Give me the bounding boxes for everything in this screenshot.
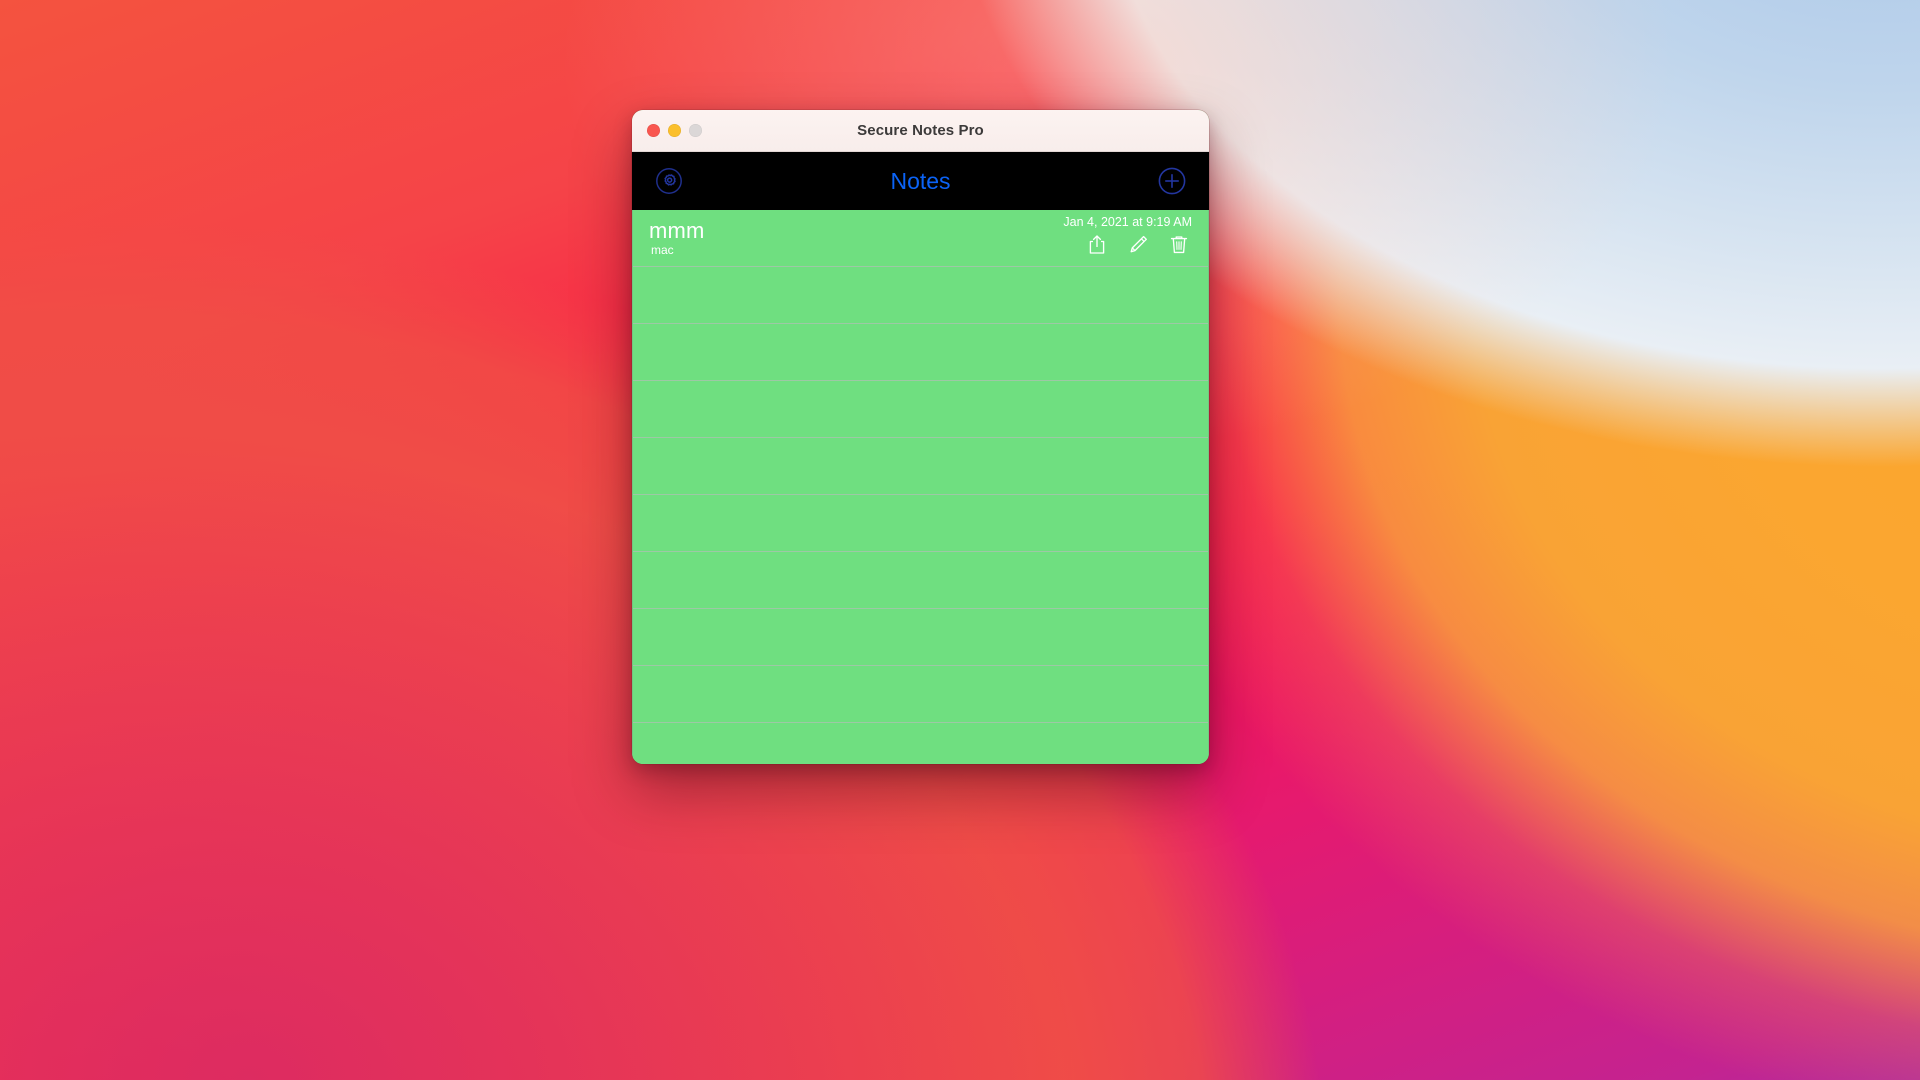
note-list-item[interactable] (633, 324, 1208, 381)
note-subtitle: mac (651, 242, 674, 257)
pencil-icon (1128, 234, 1149, 255)
note-list-item[interactable] (633, 723, 1208, 764)
trash-icon (1169, 234, 1189, 255)
desktop-background: Secure Notes Pro Notes mmm mac Jan 4, 20… (0, 0, 1920, 1080)
note-list-item[interactable] (633, 666, 1208, 723)
delete-note-button[interactable] (1168, 234, 1190, 256)
app-window: Secure Notes Pro Notes mmm mac Jan 4, 20… (632, 110, 1209, 764)
add-note-button[interactable] (1157, 166, 1187, 196)
traffic-light-group (632, 124, 702, 137)
share-icon (1087, 234, 1107, 255)
note-text-group: mmm mac (649, 219, 705, 257)
note-list-item[interactable]: mmm mac Jan 4, 2021 at 9:19 AM (633, 210, 1208, 267)
note-list-item[interactable] (633, 267, 1208, 324)
note-list-item[interactable] (633, 495, 1208, 552)
note-list-item[interactable] (633, 438, 1208, 495)
note-timestamp: Jan 4, 2021 at 9:19 AM (1063, 215, 1192, 229)
settings-button[interactable] (654, 166, 684, 196)
plus-circle-icon (1157, 166, 1187, 196)
window-title: Secure Notes Pro (857, 122, 984, 139)
navbar-title: Notes (890, 167, 951, 194)
navigation-bar: Notes (632, 152, 1209, 210)
note-meta-group: Jan 4, 2021 at 9:19 AM (1063, 215, 1192, 256)
note-actions (1086, 234, 1192, 256)
minimize-button[interactable] (668, 124, 681, 137)
note-title: mmm (649, 217, 705, 243)
notes-list[interactable]: mmm mac Jan 4, 2021 at 9:19 AM (632, 210, 1209, 764)
share-note-button[interactable] (1086, 234, 1108, 256)
window-titlebar[interactable]: Secure Notes Pro (632, 110, 1209, 152)
zoom-button[interactable] (689, 124, 702, 137)
close-button[interactable] (647, 124, 660, 137)
note-list-item[interactable] (633, 609, 1208, 666)
gear-icon (655, 167, 683, 195)
note-list-item[interactable] (633, 552, 1208, 609)
edit-note-button[interactable] (1127, 234, 1149, 256)
note-list-item[interactable] (633, 381, 1208, 438)
